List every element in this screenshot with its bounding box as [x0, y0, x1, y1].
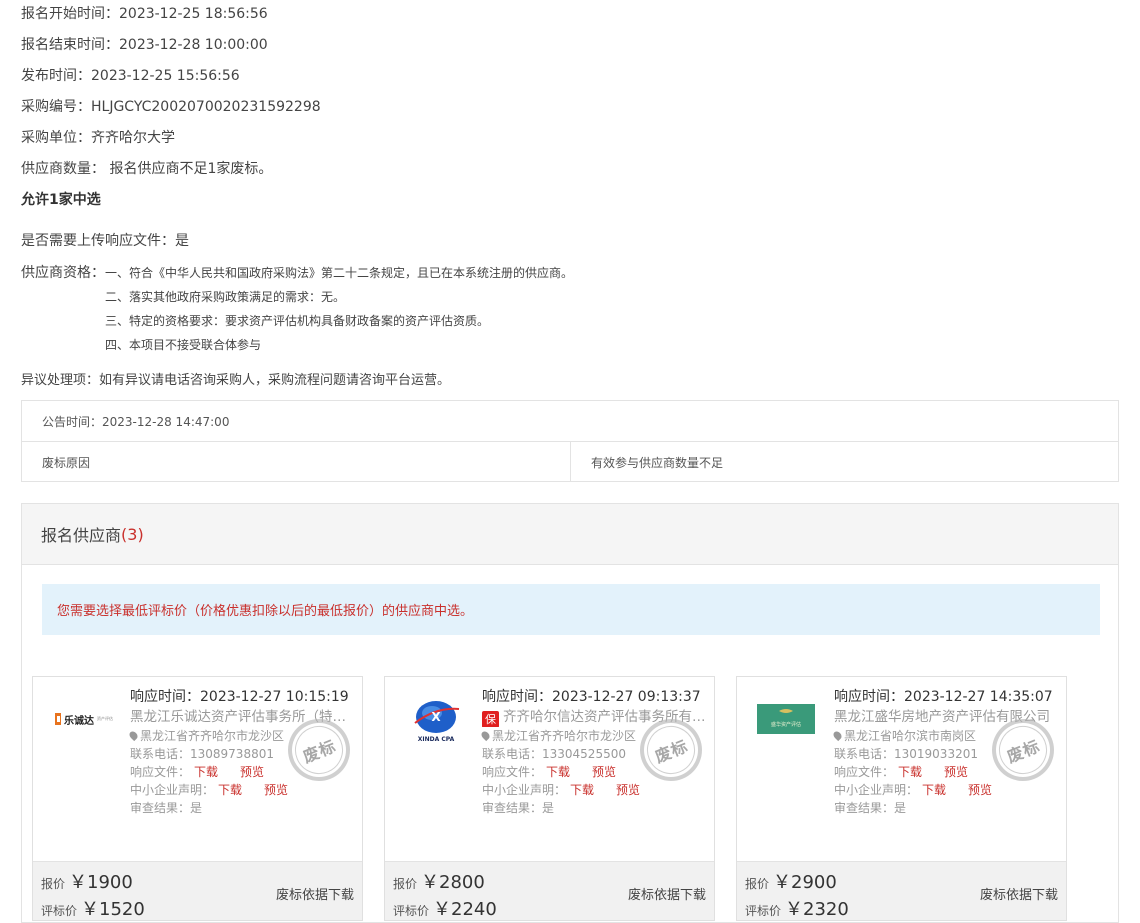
svg-text:资产评估: 资产评估: [97, 715, 113, 721]
review-result: 是: [894, 801, 907, 815]
response-file-preview-link[interactable]: 预览: [592, 765, 616, 779]
supplier-logo: 盛华资产评估: [757, 699, 819, 739]
sme-row: 中小企业声明： 下载 预览: [130, 783, 289, 797]
supplier-card: 盛华资产评估 响应时间：2023-12-27 14:35:07 黑龙江盛华房地产…: [736, 676, 1067, 921]
location-pin-icon: [479, 729, 492, 742]
upload-required: 是否需要上传响应文件：是: [21, 233, 189, 249]
guarantee-badge-icon: 保: [482, 711, 499, 727]
response-time: 响应时间：2023-12-27 09:13:37: [482, 689, 701, 705]
basis-download-link[interactable]: 废标依据下载: [628, 884, 706, 903]
review-result: 是: [542, 801, 555, 815]
card-footer: 报价 ￥2800 评标价 ￥2240 废标依据下载: [385, 861, 714, 920]
notice-table: 公告时间：2023-12-28 14:47:00 废标原因 有效参与供应商数量不…: [21, 400, 1119, 482]
location-pin-icon: [831, 729, 844, 742]
panel-title: 报名供应商: [41, 526, 122, 545]
eval-price-label: 评标价: [393, 904, 430, 918]
panel-header: 报名供应商 (3): [22, 504, 1118, 565]
response-file-preview-link[interactable]: 预览: [944, 765, 968, 779]
response-file-preview-link[interactable]: 预览: [240, 765, 264, 779]
card-footer: 报价 ￥2900 评标价 ￥2320 废标依据下载: [737, 861, 1066, 920]
objection-note: 异议处理项：如有异议请电话咨询采购人，采购流程问题请咨询平台运营。: [21, 373, 451, 388]
quote-value: ￥1900: [69, 872, 133, 893]
reason-value: 有效参与供应商数量不足: [591, 455, 724, 470]
sme-preview-link[interactable]: 预览: [264, 783, 288, 797]
alert-message: 您需要选择最低评标价（价格优惠扣除以后的最低报价）的供应商中选。: [42, 584, 1100, 635]
svg-text:X: X: [431, 710, 441, 724]
svg-text:XINDA CPA: XINDA CPA: [418, 736, 455, 743]
reason-label: 废标原因: [22, 442, 571, 482]
supplier-logo: X XINDA CPA: [405, 699, 467, 743]
sme-download-link[interactable]: 下载: [922, 783, 946, 797]
end-time: 报名结束时间：2023-12-28 10:00:00: [21, 37, 268, 53]
supplier-count: 供应商数量： 报名供应商不足1家废标。: [21, 161, 273, 177]
purchase-number: 采购编号：HLJGCYC2002070020231592298: [21, 99, 321, 115]
supplier-logo: 乐诚达 资产评估: [53, 699, 115, 739]
qualification-item: 四、本项目不接受联合体参与: [105, 338, 262, 352]
quote-value: ￥2800: [421, 872, 485, 893]
review-row: 审查结果：是: [834, 801, 907, 815]
response-time: 响应时间：2023-12-27 10:15:19: [130, 689, 349, 705]
basis-download-link[interactable]: 废标依据下载: [276, 884, 354, 903]
sme-preview-link[interactable]: 预览: [968, 783, 992, 797]
response-file-download-link[interactable]: 下载: [194, 765, 218, 779]
qualification-item: 三、特定的资格要求：要求资产评估机构具备财政备案的资产评估资质。: [105, 314, 490, 328]
sme-row: 中小企业声明： 下载 预览: [834, 783, 993, 797]
response-file-download-link[interactable]: 下载: [546, 765, 570, 779]
svg-text:乐诚达: 乐诚达: [64, 714, 94, 727]
eval-price-label: 评标价: [41, 904, 78, 918]
purchaser: 采购单位：齐齐哈尔大学: [21, 130, 175, 146]
suppliers-panel: 报名供应商 (3) 您需要选择最低评标价（价格优惠扣除以后的最低报价）的供应商中选…: [21, 503, 1119, 923]
response-file-download-link[interactable]: 下载: [898, 765, 922, 779]
svg-text:盛华资产评估: 盛华资产评估: [771, 721, 801, 728]
location-pin-icon: [127, 729, 140, 742]
card-footer: 报价 ￥1900 评标价 ￥1520 废标依据下载: [33, 861, 362, 920]
qualification-item: 二、落实其他政府采购政策满足的需求：无。: [105, 290, 346, 304]
sme-preview-link[interactable]: 预览: [616, 783, 640, 797]
supplier-card: X XINDA CPA 响应时间：2023-12-27 09:13:37 保齐齐…: [384, 676, 715, 921]
eval-price-value: ￥1520: [81, 899, 145, 920]
qualification-label: 供应商资格：: [21, 265, 105, 281]
start-time: 报名开始时间：2023-12-25 18:56:56: [21, 6, 268, 22]
publish-time: 发布时间：2023-12-25 15:56:56: [21, 68, 240, 84]
eval-price-value: ￥2240: [433, 899, 497, 920]
qualification-item: 一、符合《中华人民共和国政府采购法》第二十二条规定，且已在本系统注册的供应商。: [105, 266, 574, 280]
sme-download-link[interactable]: 下载: [218, 783, 242, 797]
supplier-card: 乐诚达 资产评估 响应时间：2023-12-27 10:15:19 黑龙江乐诚达…: [32, 676, 363, 921]
eval-price-value: ￥2320: [785, 899, 849, 920]
sme-download-link[interactable]: 下载: [570, 783, 594, 797]
eval-price-label: 评标价: [745, 904, 782, 918]
review-result: 是: [190, 801, 203, 815]
quote-label: 报价: [41, 877, 66, 891]
supplier-count-badge: (3): [121, 524, 144, 544]
quote-label: 报价: [393, 877, 418, 891]
review-row: 审查结果：是: [482, 801, 555, 815]
review-row: 审查结果：是: [130, 801, 203, 815]
response-time: 响应时间：2023-12-27 14:35:07: [834, 689, 1053, 705]
notice-time: 公告时间：2023-12-28 14:47:00: [22, 401, 1118, 442]
sme-row: 中小企业声明： 下载 预览: [482, 783, 641, 797]
quote-label: 报价: [745, 877, 770, 891]
allow-winners: 允许1家中选: [21, 192, 101, 208]
quote-value: ￥2900: [773, 872, 837, 893]
basis-download-link[interactable]: 废标依据下载: [980, 884, 1058, 903]
